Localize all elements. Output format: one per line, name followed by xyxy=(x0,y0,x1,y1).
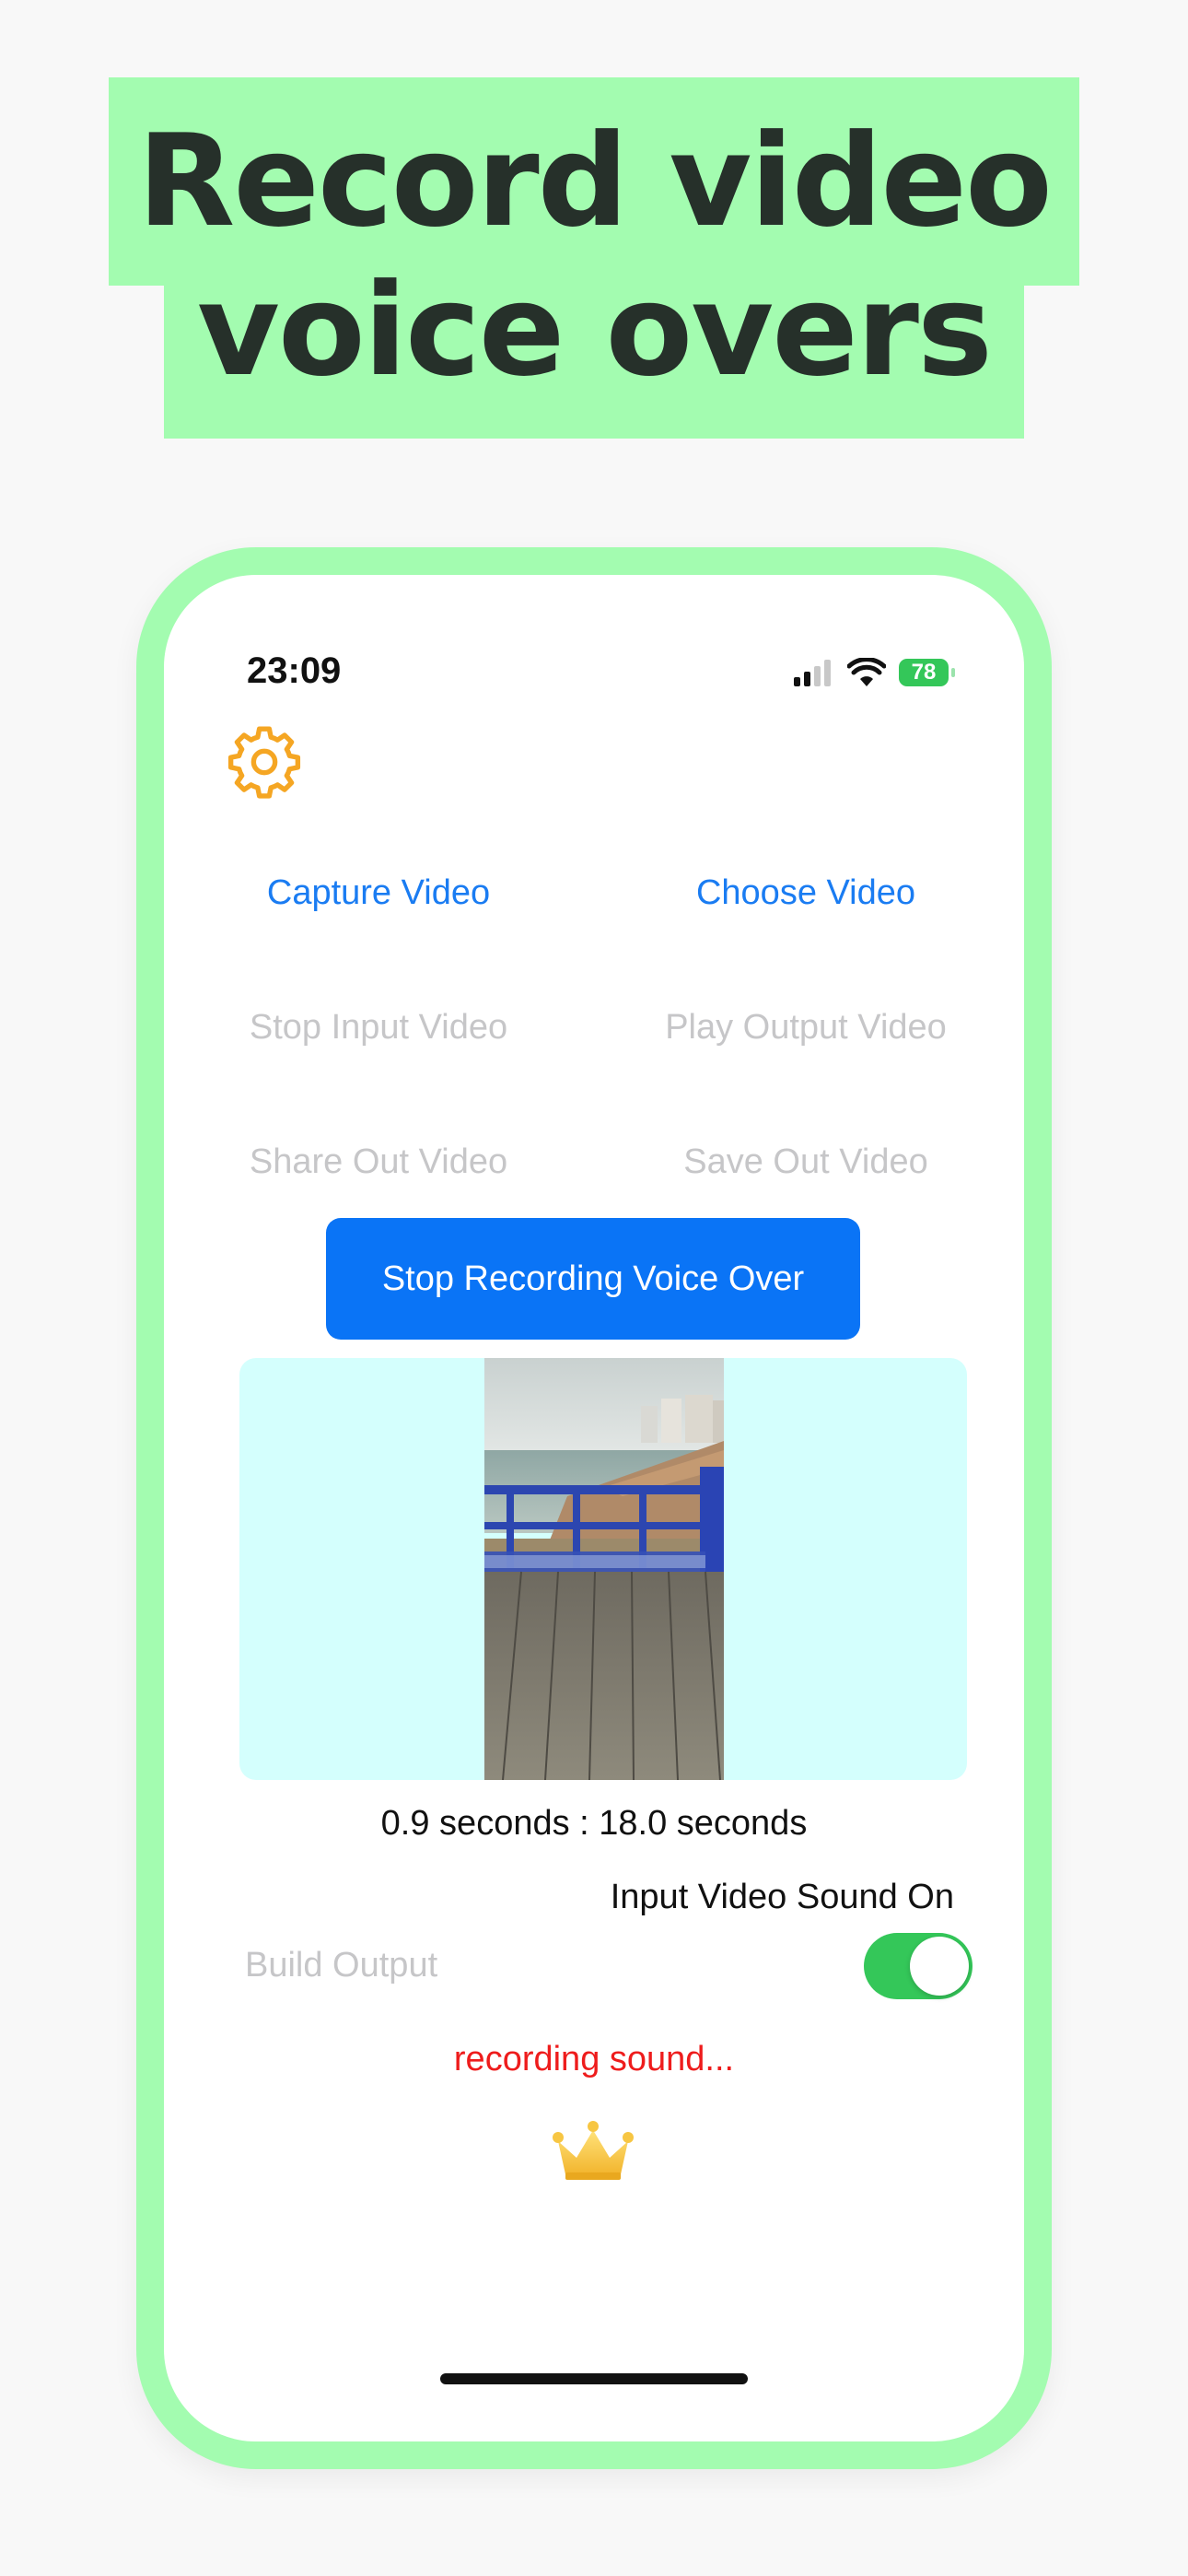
app-screen: 23:09 78 Capture Video Choose Video Stop… xyxy=(164,575,1024,2441)
status-time: 23:09 xyxy=(247,650,342,691)
headline-line-1: Record video xyxy=(137,107,1053,255)
save-out-video-button[interactable]: Save Out Video xyxy=(603,1142,1008,1182)
phone-frame: 23:09 78 Capture Video Choose Video Stop… xyxy=(136,547,1052,2469)
home-indicator xyxy=(440,2373,748,2384)
toggle-knob xyxy=(910,1937,969,1996)
battery-icon: 78 xyxy=(899,659,955,686)
capture-video-button[interactable]: Capture Video xyxy=(176,873,581,913)
status-icons: 78 xyxy=(792,650,955,695)
cellular-signal-icon xyxy=(794,660,831,686)
playback-duration: 0.9 seconds : 18.0 seconds xyxy=(380,1804,808,1843)
sound-toggle-label: Input Video Sound On xyxy=(610,1878,954,1916)
input-sound-toggle[interactable] xyxy=(864,1933,973,1999)
battery-level: 78 xyxy=(911,660,937,685)
choose-video-button[interactable]: Choose Video xyxy=(603,873,1008,913)
stop-recording-button[interactable]: Stop Recording Voice Over xyxy=(326,1218,860,1340)
share-out-video-button[interactable]: Share Out Video xyxy=(176,1142,581,1182)
video-thumbnail[interactable] xyxy=(484,1358,724,1780)
gear-icon[interactable] xyxy=(225,722,304,802)
video-preview-panel xyxy=(239,1358,967,1780)
wifi-icon xyxy=(847,658,886,686)
play-output-video-button[interactable]: Play Output Video xyxy=(603,1008,1008,1048)
crown-icon[interactable] xyxy=(549,2117,637,2184)
headline-line-2: voice overs xyxy=(196,256,993,404)
recording-status: recording sound... xyxy=(453,2040,735,2078)
stop-input-video-button[interactable]: Stop Input Video xyxy=(176,1008,581,1048)
build-output-button[interactable]: Build Output xyxy=(245,1946,437,1985)
